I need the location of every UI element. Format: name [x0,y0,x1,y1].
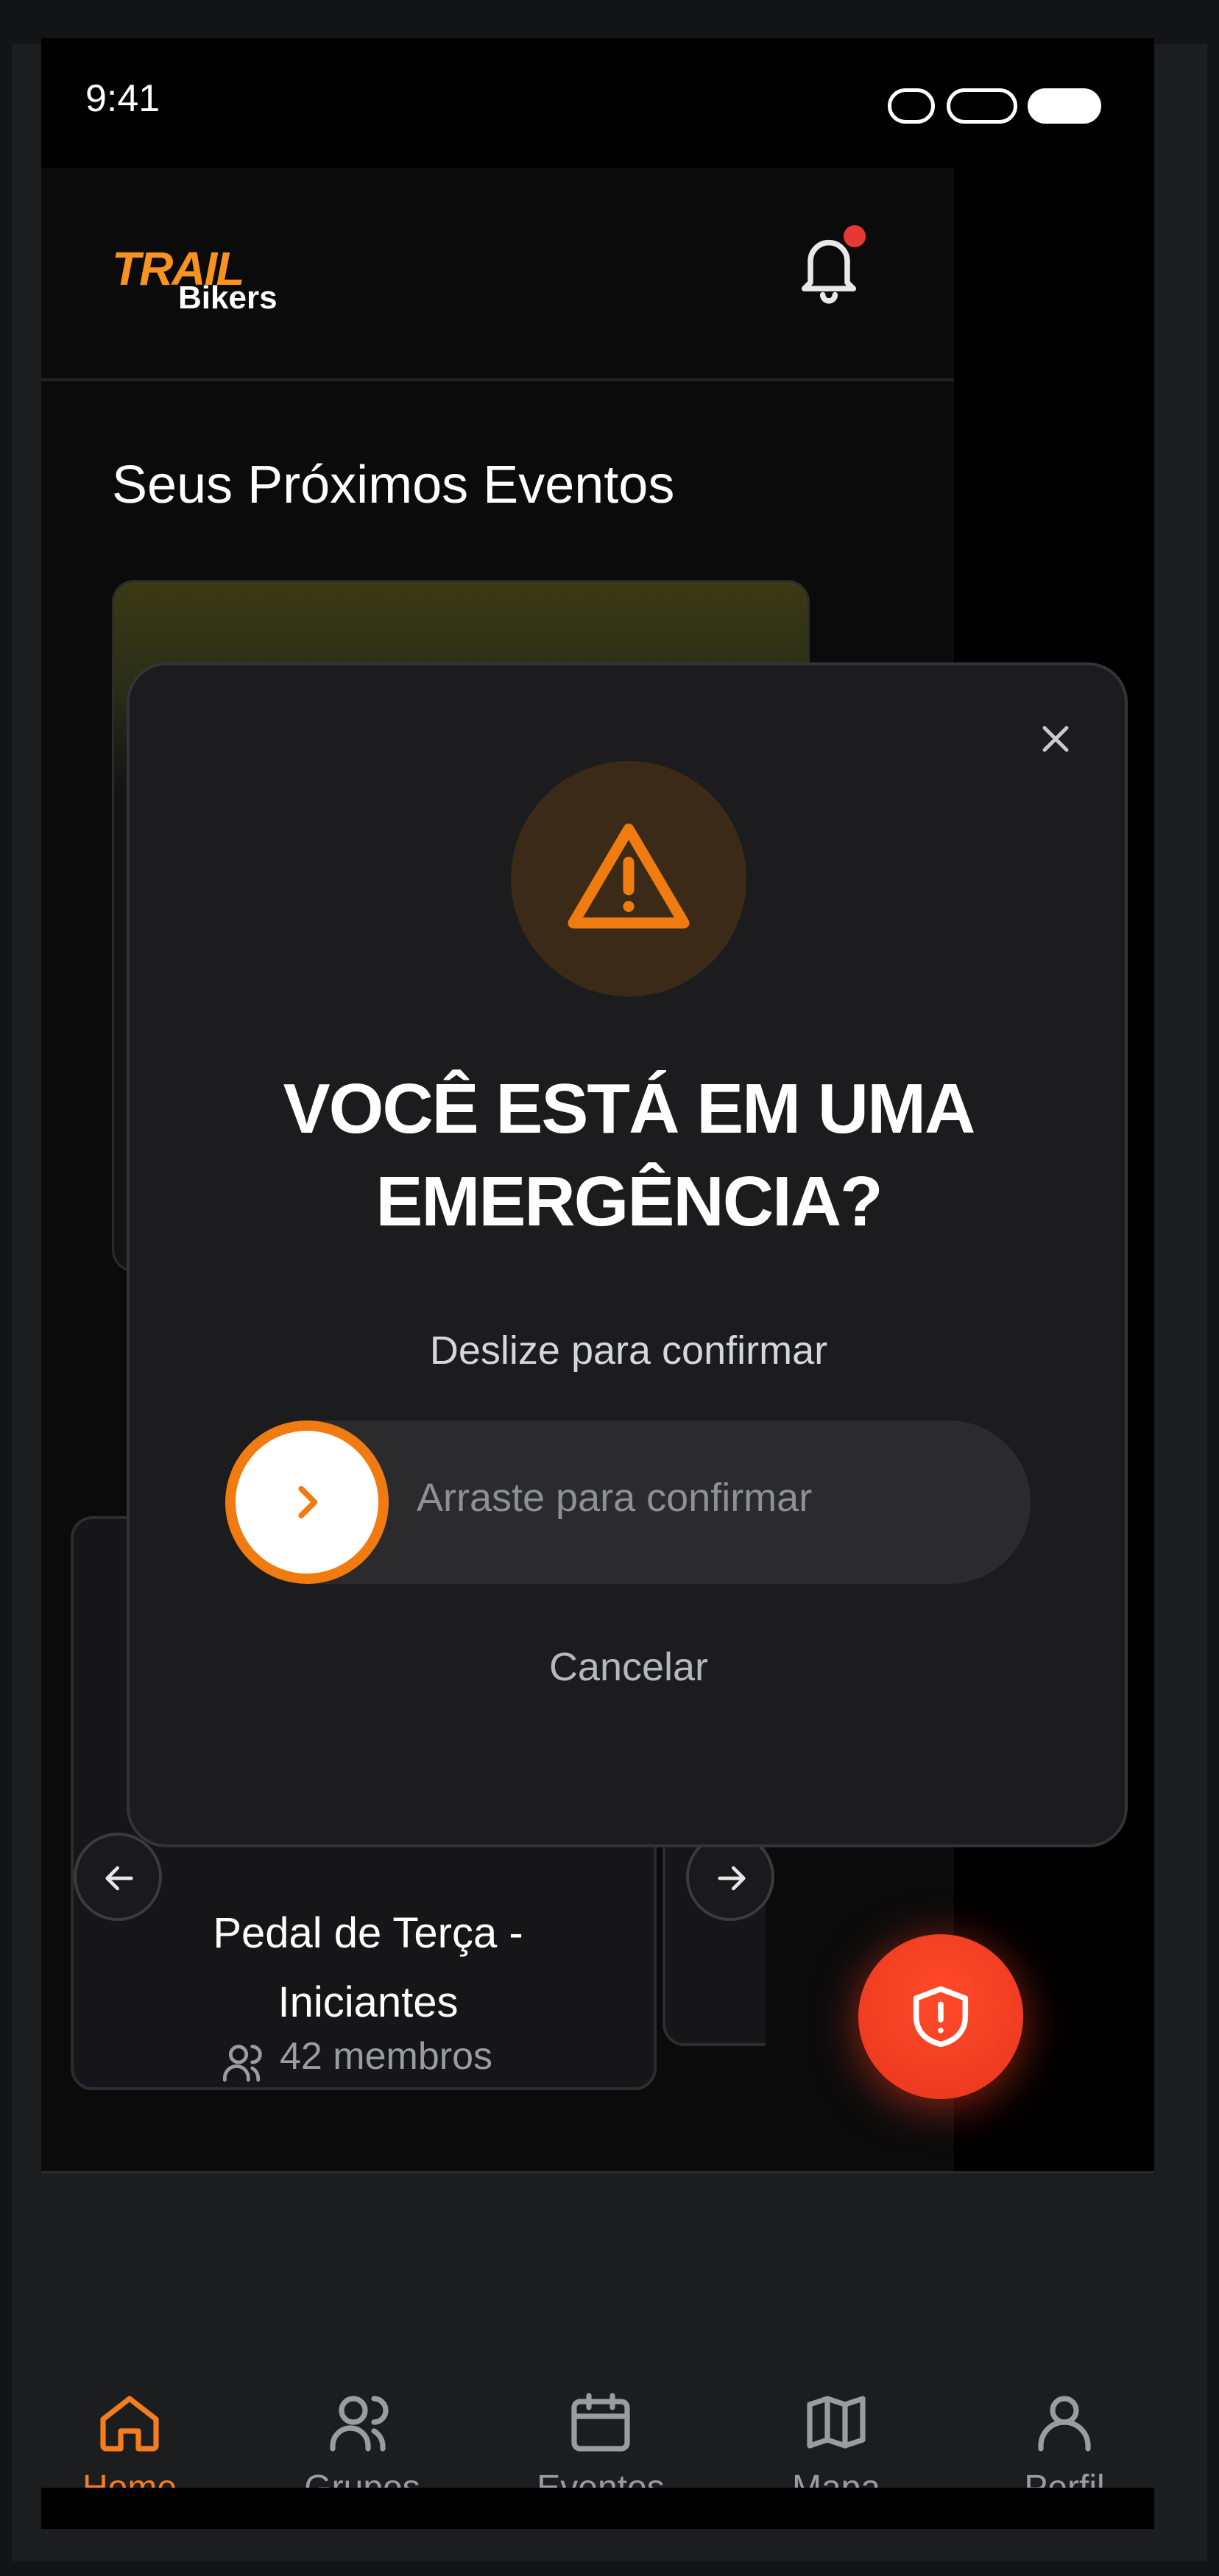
modal-title: VOCÊ ESTÁ EM UMA EMERGÊNCIA? [174,1063,1084,1248]
modal-title-line1: VOCÊ ESTÁ EM UMA [283,1069,976,1148]
cancel-button[interactable]: Cancelar [174,1644,1084,1690]
modal-subtitle: Deslize para confirmar [429,1328,828,1373]
swipe-confirm-handle[interactable] [225,1420,389,1584]
modal-title-line2: EMERGÊNCIA? [375,1162,883,1241]
emergency-modal: VOCÊ ESTÁ EM UMA EMERGÊNCIA? Deslize par… [127,662,1128,1847]
close-icon [1042,726,1069,752]
chevron-right-icon [298,1486,318,1518]
warning-triangle-icon [568,824,690,929]
swipe-placeholder: Arraste para confirmar [417,1476,813,1520]
warning-badge [511,761,746,997]
close-button[interactable] [1026,710,1085,768]
modal-overlay: VOCÊ ESTÁ EM UMA EMERGÊNCIA? Deslize par… [0,0,1219,2576]
